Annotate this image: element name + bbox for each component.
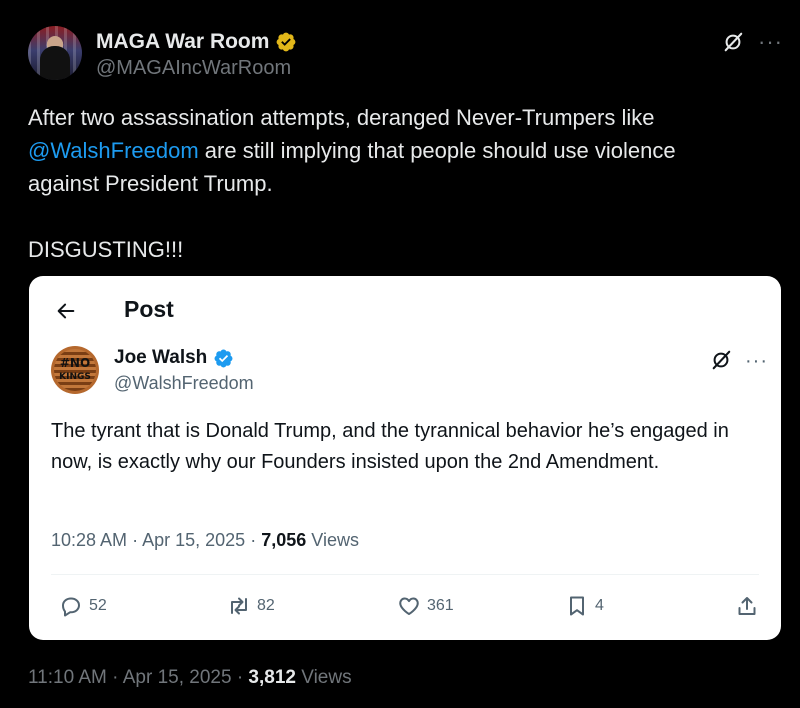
heart-icon (399, 597, 419, 615)
share-button[interactable] (735, 594, 759, 618)
quoted-author-name[interactable]: Joe Walsh (114, 347, 207, 369)
verified-blue-badge-icon (214, 349, 233, 367)
author-handle[interactable]: @MAGAIncWarRoom (96, 57, 291, 80)
quoted-time[interactable]: 10:28 AM (51, 530, 127, 550)
grok-icon[interactable] (710, 349, 732, 371)
tweet-text-line-3: against President Trump. (28, 171, 273, 196)
post-date[interactable]: Apr 15, 2025 (123, 667, 232, 688)
quoted-views-count: 7,056 (261, 530, 307, 550)
author-name[interactable]: MAGA War Room (96, 30, 269, 54)
repost-button[interactable]: 82 (227, 594, 275, 618)
divider (51, 574, 759, 575)
tweet-text-line-2: are still implying that people should us… (198, 138, 676, 163)
views-count: 3,812 (248, 667, 296, 688)
quoted-author-handle[interactable]: @WalshFreedom (114, 373, 254, 394)
author-name-row[interactable]: MAGA War Room (96, 30, 297, 54)
more-options-icon[interactable]: ··· (745, 351, 768, 371)
post-meta: 11:10 AM · Apr 15, 2025 · 3,812 Views (28, 667, 352, 688)
bookmark-icon (570, 596, 584, 616)
reply-icon (62, 597, 80, 617)
quoted-post-meta: 10:28 AM · Apr 15, 2025 · 7,056 Views (51, 530, 359, 550)
quoted-avatar-logo: #NO KINGS (59, 356, 91, 382)
reply-count: 52 (89, 597, 107, 614)
back-arrow-icon[interactable] (55, 300, 77, 322)
bookmark-count: 4 (595, 597, 604, 614)
more-options-icon[interactable]: ··· (758, 31, 783, 53)
quoted-avatar[interactable]: #NO KINGS (51, 346, 99, 394)
mention-link[interactable]: @WalshFreedom (28, 138, 199, 163)
reply-button[interactable]: 52 (59, 594, 107, 618)
quoted-date[interactable]: Apr 15, 2025 (142, 530, 245, 550)
views-label: Views (301, 667, 352, 688)
quoted-author-name-row[interactable]: Joe Walsh (114, 347, 234, 369)
grok-icon[interactable] (722, 31, 744, 53)
verified-gold-badge-icon (277, 32, 296, 52)
repost-count: 82 (257, 597, 275, 614)
like-button[interactable]: 361 (397, 594, 454, 618)
like-count: 361 (427, 597, 454, 614)
quoted-post-card[interactable]: Post #NO KINGS Joe Walsh @WalshFreedom ··… (29, 276, 781, 640)
share-icon (738, 597, 756, 615)
tweet-text-line-1: After two assassination attempts, derang… (28, 105, 655, 130)
quoted-views-label: Views (311, 530, 359, 550)
avatar-figure (40, 46, 70, 80)
quoted-tweet-text: The tyrant that is Donald Trump, and the… (51, 420, 729, 473)
tweet-text: After two assassination attempts, derang… (28, 101, 748, 266)
tweet-text-line-4: DISGUSTING!!! (28, 237, 184, 262)
repost-icon (231, 597, 247, 615)
avatar[interactable] (28, 26, 82, 80)
bookmark-button[interactable]: 4 (565, 594, 604, 618)
page-title: Post (124, 296, 174, 322)
post-time[interactable]: 11:10 AM (28, 667, 107, 688)
